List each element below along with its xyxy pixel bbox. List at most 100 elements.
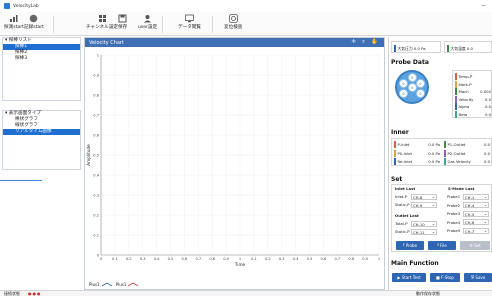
channel-select[interactable]: CH-8 ⌄ [411,193,437,200]
probe-dot: 0 [407,73,417,82]
y-tick-label: 0.3 [93,193,99,197]
record-start-button[interactable]: 記録start [24,14,44,34]
chevron-down-icon: ⌄ [483,227,487,233]
y-tick-label: 0.2 [93,213,99,217]
x-tick-label: 0.2 [126,257,132,261]
indicator-bar [455,103,457,111]
velocity-chart-panel: Velocity Chart ✛ ⌕ ✋ 0 0.1 0.2 0.3 0.4 0.5 0.6… [84,37,385,290]
x-tick-label: 0.4 [154,257,160,261]
probe-value-row: Velocity 0.0 [455,95,491,103]
legend-item[interactable]: Plus1 [116,282,139,287]
y-tick-label: 0.8 [93,93,99,97]
inner-title: Inner [391,129,409,136]
measure-start-button[interactable]: 探測start [4,14,24,34]
user-icon [143,14,152,23]
inner-value-row: Gas Velocity 0.0 [444,158,490,165]
divider [0,180,42,181]
probe-value-row: Temp-P [455,73,491,80]
probe-list-tree: ▾ 探棒リスト 探棒1 探棒2 探棒3 [2,37,81,101]
toolbar-divider [212,16,213,33]
channel-select[interactable]: CH-11 ⌄ [411,228,437,235]
connection-status: 接続状態 [4,291,20,296]
chevron-down-icon: ⌄ [431,193,435,199]
y-axis-label: Amplitude [86,144,91,166]
probe-dot: 0 [399,79,408,88]
channel-select[interactable]: CH-1 ⌄ [463,193,489,200]
outlet-label: Outlet Last [395,213,419,218]
x-tick-label: 0.2 [265,257,271,261]
chevron-down-icon: ⌄ [483,202,487,207]
probe-dot: 0 [416,79,425,88]
toolbar-divider [53,16,54,33]
save-function-button[interactable]: 🖫 Save [464,273,492,282]
indicator-bar [455,88,457,96]
channel-select[interactable]: CH-6 ⌄ [463,219,489,225]
legend-item[interactable]: Plus1 [89,282,112,287]
hand-icon[interactable]: ✋ [371,39,378,46]
title-bar: VelocityLab − [0,0,492,12]
tree-item-realtime-image[interactable]: リアルタイム画像 [3,129,80,135]
channel-label: Static-P [395,202,410,207]
data-view-button[interactable]: データ閲覧 [178,14,201,34]
chart-header: Velocity Chart ✛ ⌕ ✋ [85,38,384,47]
stop-button[interactable]: ■ F-Stop [430,273,460,282]
y-tick-label: 1 [97,53,99,57]
y-tick-label: 0.1 [93,233,99,237]
indicator-bar [444,149,446,157]
pan-icon[interactable]: ✛ [351,39,356,46]
y-tick-label: 0.7 [93,113,99,117]
channel-select[interactable]: CH-9 ⌄ [411,201,437,208]
indicator-bar [447,45,449,52]
air-temp-readout: 大気温度 0.0 [444,41,492,53]
display-type-tree: ▾ 表示画面タイプ 棒状グラフ 線状グラフ リアルタイム画像 [2,110,81,170]
save-status: 動作保存状態 [416,291,440,296]
channel-select[interactable]: CH-10 ⌄ [411,220,437,227]
chevron-down-icon: ⌄ [431,220,435,226]
indicator-bar [455,95,457,103]
save-button[interactable]: 保存 [118,14,127,34]
channel-label: Probe4 [447,219,461,225]
x-axis-label: Time [234,262,246,267]
channel-select[interactable]: CH-7 ⌄ [463,227,489,234]
save-icon [118,14,127,23]
chart-legend: Plus1 Plus1 [89,282,139,287]
probe-value-row: Mach 0.000 [455,88,491,96]
settings-button[interactable]: ⚙ Set [460,241,490,250]
safe-mode-label: S-Mode Last [448,186,475,191]
y-tick-label: 0.5 [93,153,99,157]
tree-item-probe-3[interactable]: 探棒3 [3,56,80,62]
inner-value-row: P2-Outlet 0.0 [444,149,490,157]
x-tick-label: 0.8 [209,257,215,261]
probe-value-row: Mark-P [455,80,491,88]
channel-label: Probe1 [447,194,461,199]
status-indicator-icons: ●●● [28,291,42,296]
inner-value-row: P0-Inlet 0.0 Pa [394,149,440,157]
x-tick-label: 0.9 [223,257,229,261]
transform-check-button[interactable]: 変位検査 [224,14,242,34]
user-settings-button[interactable]: user設定 [138,14,157,34]
toolbar: 探測start 記録start チャンネル設定 保存 user設定 データ閲覧 [0,12,492,36]
channel-label: Probe2 [447,202,461,208]
channel-select[interactable]: CH-5 ⌄ [463,210,489,217]
monitor-icon [185,14,194,23]
start-test-button[interactable]: ▶ Start Test [392,273,426,282]
main-function-title: Main Function [391,260,439,267]
toolbar-divider [162,16,163,33]
channel-label: Probe5 [447,228,461,233]
x-tick-label: 0.3 [279,257,285,261]
x-tick-label: 0.3 [140,257,146,261]
probe-button[interactable]: ⭱ Probe [396,241,424,250]
x-tick-label: 0.1 [112,257,118,261]
chevron-down-icon: ⌄ [483,210,487,216]
x-tick-label: 1 [239,257,241,261]
velocity-chart[interactable]: 00.10.20.30.40.50.60.70.80.910 0.1 0.2 0.3 0… [85,47,384,279]
probe-dot: 0 [416,89,425,98]
zoom-icon[interactable]: ⌕ [362,39,365,46]
x-tick-label: 0.7 [334,257,340,261]
x-tick-label: 0 [100,257,103,261]
x-tick-label: 0.8 [348,257,354,261]
channel-select[interactable]: CH-4 ⌄ [463,202,489,208]
file-button[interactable]: ⭱ File [428,241,456,250]
channel-settings-button[interactable]: チャンネル設定 [86,14,118,34]
minimize-icon[interactable]: − [481,2,486,9]
